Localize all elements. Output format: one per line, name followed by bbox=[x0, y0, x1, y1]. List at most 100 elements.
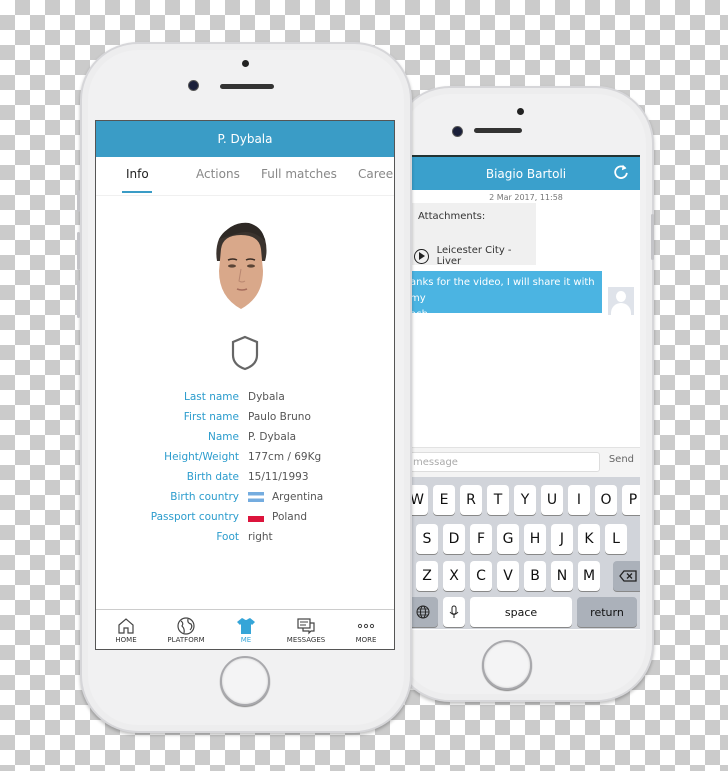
field-value-with-flag: Poland bbox=[248, 511, 307, 523]
key-d[interactable]: D bbox=[443, 524, 465, 554]
proximity-sensor bbox=[517, 108, 524, 115]
key-f[interactable]: F bbox=[470, 524, 492, 554]
field-label: Foot bbox=[216, 531, 239, 543]
field-value: right bbox=[248, 531, 273, 543]
profile-screen: P. Dybala Info Actions Full matches Care… bbox=[95, 120, 395, 650]
info-row-birth-country: Birth country Argentina bbox=[96, 491, 394, 509]
incoming-message: Attachments: Leicester City - Liver bbox=[412, 203, 536, 267]
home-button[interactable] bbox=[482, 640, 532, 690]
field-label: Birth date bbox=[186, 471, 239, 483]
return-key[interactable]: return bbox=[577, 597, 637, 627]
field-value: P. Dybala bbox=[248, 431, 297, 443]
field-value: Dybala bbox=[248, 391, 285, 403]
message-timestamp: 2 Mar 2017, 11:58 bbox=[489, 193, 563, 202]
key-v[interactable]: V bbox=[497, 561, 519, 591]
field-label: Birth country bbox=[170, 491, 239, 503]
field-value: Paulo Bruno bbox=[248, 411, 311, 423]
backspace-icon bbox=[619, 570, 637, 582]
home-icon bbox=[118, 618, 134, 634]
key-k[interactable]: K bbox=[578, 524, 600, 554]
info-row-birth-date: Birth date 15/11/1993 bbox=[96, 471, 394, 489]
field-label: Last name bbox=[184, 391, 239, 403]
tabbar-item-platform[interactable]: PLATFORM bbox=[156, 610, 216, 649]
key-t[interactable]: T bbox=[487, 485, 509, 515]
info-row-height-weight: Height/Weight 177cm / 69Kg bbox=[96, 451, 394, 469]
key-e[interactable]: E bbox=[433, 485, 455, 515]
outgoing-message: anks for the video, I will share it with… bbox=[410, 271, 602, 320]
messages-icon bbox=[297, 618, 315, 635]
proximity-sensor bbox=[242, 60, 249, 67]
key-l[interactable]: L bbox=[605, 524, 627, 554]
key-m[interactable]: M bbox=[578, 561, 600, 591]
user-avatar bbox=[608, 287, 634, 315]
key-p[interactable]: P bbox=[622, 485, 640, 515]
info-row-first-name: First name Paulo Bruno bbox=[96, 411, 394, 429]
key-w[interactable]: W bbox=[412, 485, 428, 515]
player-photo bbox=[216, 222, 267, 309]
tabbar-item-me[interactable]: ME bbox=[216, 610, 276, 649]
active-tab-indicator bbox=[122, 191, 152, 193]
tabbar-item-more[interactable]: MORE bbox=[336, 610, 394, 649]
tab-full-matches[interactable]: Full matches bbox=[261, 167, 337, 181]
key-x[interactable]: X bbox=[443, 561, 465, 591]
field-value: Poland bbox=[272, 511, 308, 523]
play-icon[interactable] bbox=[414, 248, 429, 264]
key-c[interactable]: C bbox=[470, 561, 492, 591]
tabbar-label: MESSAGES bbox=[286, 636, 326, 644]
tabbar-label: ME bbox=[240, 636, 252, 644]
tabbar-item-home[interactable]: HOME bbox=[96, 610, 156, 649]
tab-info[interactable]: Info bbox=[126, 167, 149, 181]
info-row-last-name: Last name Dybala bbox=[96, 391, 394, 409]
refresh-icon[interactable] bbox=[612, 163, 630, 181]
backspace-key[interactable] bbox=[613, 561, 640, 591]
volume-down-button bbox=[77, 280, 80, 318]
field-label: Height/Weight bbox=[164, 451, 239, 463]
key-r[interactable]: R bbox=[460, 485, 482, 515]
key-z[interactable]: Z bbox=[416, 561, 438, 591]
globe-icon bbox=[416, 605, 430, 619]
chat-screen: Biagio Bartoli 2 Mar 2017, 11:58 Attachm… bbox=[410, 155, 640, 630]
power-button bbox=[651, 214, 654, 260]
key-g[interactable]: G bbox=[497, 524, 519, 554]
attachments-label: Attachments: bbox=[418, 211, 486, 222]
tabbar-item-messages[interactable]: MESSAGES bbox=[276, 610, 336, 649]
key-h[interactable]: H bbox=[524, 524, 546, 554]
tabbar-label: HOME bbox=[115, 636, 137, 644]
mute-switch bbox=[77, 190, 80, 212]
bottom-tab-bar: HOME PLATFORM ME MESSAGES MORE bbox=[96, 609, 394, 649]
globe-key[interactable] bbox=[412, 597, 438, 627]
video-attachment[interactable]: Leicester City - Liver bbox=[414, 245, 536, 267]
key-s[interactable]: S bbox=[416, 524, 438, 554]
send-button[interactable]: Send bbox=[609, 454, 634, 465]
more-icon bbox=[357, 623, 375, 629]
field-label: First name bbox=[183, 411, 239, 423]
field-label: Name bbox=[208, 431, 239, 443]
shirt-icon bbox=[237, 618, 255, 634]
argentina-flag-icon bbox=[248, 492, 264, 502]
field-label: Passport country bbox=[150, 511, 239, 523]
tab-actions[interactable]: Actions bbox=[196, 167, 240, 181]
microphone-key[interactable] bbox=[443, 597, 465, 627]
key-y[interactable]: Y bbox=[514, 485, 536, 515]
field-value-with-flag: Argentina bbox=[248, 491, 323, 503]
message-input[interactable]: message bbox=[412, 452, 600, 472]
outgoing-message-line: anks for the video, I will share it with… bbox=[410, 277, 595, 304]
home-button[interactable] bbox=[220, 656, 270, 706]
field-value: Argentina bbox=[272, 491, 324, 503]
chat-title: Biagio Bartoli bbox=[485, 166, 567, 181]
space-key[interactable]: space bbox=[470, 597, 572, 627]
volume-up-button bbox=[77, 232, 80, 270]
key-i[interactable]: I bbox=[568, 485, 590, 515]
key-o[interactable]: O bbox=[595, 485, 617, 515]
tab-career[interactable]: Career bbox=[358, 167, 394, 181]
key-u[interactable]: U bbox=[541, 485, 563, 515]
key-j[interactable]: J bbox=[551, 524, 573, 554]
front-camera bbox=[188, 80, 199, 91]
globe-icon bbox=[177, 617, 195, 635]
front-camera bbox=[452, 126, 463, 137]
chat-header: Biagio Bartoli bbox=[412, 155, 640, 190]
key-b[interactable]: B bbox=[524, 561, 546, 591]
earpiece-speaker bbox=[474, 128, 522, 133]
key-n[interactable]: N bbox=[551, 561, 573, 591]
profile-header: P. Dybala bbox=[96, 121, 394, 157]
